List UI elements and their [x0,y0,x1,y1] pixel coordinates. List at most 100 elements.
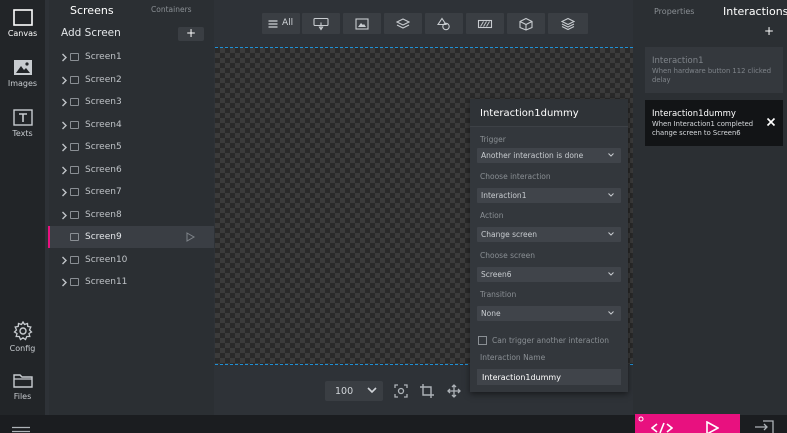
publish-bar [635,414,740,433]
screen-row[interactable]: Screen2 [49,71,214,91]
chevron-right-icon[interactable] [61,76,68,85]
screen-row[interactable]: Screen8 [49,206,214,226]
screen-row[interactable]: Screen3 [49,93,214,113]
chevron-right-icon[interactable] [61,256,68,265]
filter-layer-button[interactable] [384,13,422,34]
code-icon[interactable] [651,422,673,433]
popup-title: Interaction1dummy [480,108,579,119]
trigger-select[interactable]: Another interaction is done [477,148,621,163]
screen-row-selected[interactable]: Screen9 [48,226,214,248]
screen-checkbox[interactable] [70,211,79,219]
screen-checkbox[interactable] [70,143,79,151]
transition-select[interactable]: None [477,306,621,321]
rail-texts[interactable]: Texts [0,109,45,138]
screen-label: Screen4 [85,120,122,130]
screen-checkbox[interactable] [70,188,79,196]
crop-icon [420,384,434,398]
filter-shapes-button[interactable] [425,13,463,34]
can-trigger-checkbox[interactable] [478,336,487,345]
chevron-right-icon[interactable] [61,98,68,107]
list-icon [268,19,278,28]
tab-screens[interactable]: Screens [70,4,114,17]
filter-button-button[interactable] [302,13,340,34]
screen-checkbox[interactable] [70,166,79,174]
choose-screen-value: Screen6 [481,270,512,279]
filter-progress-button[interactable] [466,13,504,34]
chevron-right-icon[interactable] [61,143,68,152]
chevron-right-icon[interactable] [61,121,68,130]
screen-label: Screen10 [85,255,128,265]
chevron-down-icon [608,153,614,157]
chevron-right-icon[interactable] [61,188,68,197]
rail-images[interactable]: Images [0,59,45,88]
interaction-name-input[interactable] [477,369,621,385]
play-icon[interactable] [186,232,195,242]
action-value: Change screen [481,230,538,239]
chevron-right-icon[interactable] [61,166,68,175]
cube-icon [519,17,533,30]
screen-row[interactable]: Screen11 [49,273,214,293]
trigger-value: Another interaction is done [481,151,584,160]
chevron-right-icon[interactable] [61,53,68,62]
screen-label: Screen2 [85,75,122,85]
screen-checkbox[interactable] [70,53,79,61]
filter-image-button[interactable] [343,13,381,34]
screen-row[interactable]: Screen10 [49,251,214,271]
action-select[interactable]: Change screen [477,227,621,242]
rail-files[interactable]: Files [0,372,45,401]
rail-images-label: Images [7,79,38,88]
screen-row[interactable]: Screen7 [49,183,214,203]
exit-icon[interactable] [754,420,776,433]
screen-row[interactable]: Screen1 [49,48,214,68]
interaction-title: Interaction1 [652,56,704,66]
fit-screen-button[interactable] [391,381,411,401]
chevron-right-icon[interactable] [61,211,68,220]
tab-containers[interactable]: Containers [151,5,192,14]
interaction-editor-popup: Interaction1dummy Trigger Another intera… [470,99,628,392]
filter-stack-button[interactable] [548,13,588,34]
screen-label: Screen3 [85,97,122,107]
shapes-icon [437,17,450,30]
progress-bar-icon [477,19,493,28]
add-interaction-button[interactable]: + [764,24,774,38]
screen-row[interactable]: Screen4 [49,116,214,136]
screen-checkbox[interactable] [70,278,79,286]
chevron-right-icon[interactable] [61,278,68,287]
crop-button[interactable] [417,381,437,401]
interaction-card[interactable]: Interaction1 When hardware button 112 cl… [645,47,783,93]
tab-properties[interactable]: Properties [654,7,694,16]
gear-icon [12,321,33,341]
screen-checkbox[interactable] [70,233,79,241]
menu-icon[interactable] [12,426,30,433]
add-screen-button[interactable]: + [178,27,204,41]
screen-label: Screen11 [85,277,128,287]
filter-all-label: All [282,18,294,28]
status-dot-icon [638,416,644,422]
filter-all-button[interactable]: All [262,13,300,34]
rail-texts-label: Texts [12,129,33,138]
screen-checkbox[interactable] [70,256,79,264]
chevron-down-icon [608,193,614,197]
screen-row[interactable]: Screen5 [49,138,214,158]
rail-canvas[interactable]: Canvas [0,9,45,38]
interaction-card-selected[interactable]: Interaction1dummy When Interaction1 comp… [645,100,783,146]
chevron-down-icon [608,311,614,315]
interaction-name-label: Interaction Name [480,353,546,362]
screens-panel: Screens Containers Add Screen + Screen1 … [48,0,214,415]
choose-interaction-select[interactable]: Interaction1 [477,188,621,203]
filter-3d-button[interactable] [507,13,545,34]
close-icon[interactable] [766,117,776,127]
screen-checkbox[interactable] [70,76,79,84]
choose-interaction-label: Choose interaction [480,172,551,181]
move-icon [447,384,461,398]
screen-checkbox[interactable] [70,98,79,106]
rail-config[interactable]: Config [0,321,45,353]
move-button[interactable] [444,381,464,401]
chevron-down-icon [608,272,614,276]
tab-interactions[interactable]: Interactions [723,5,787,18]
screen-row[interactable]: Screen6 [49,161,214,181]
choose-screen-select[interactable]: Screen6 [477,267,621,282]
play-icon[interactable] [705,421,719,433]
screen-checkbox[interactable] [70,121,79,129]
zoom-select[interactable]: 100 [325,381,383,401]
